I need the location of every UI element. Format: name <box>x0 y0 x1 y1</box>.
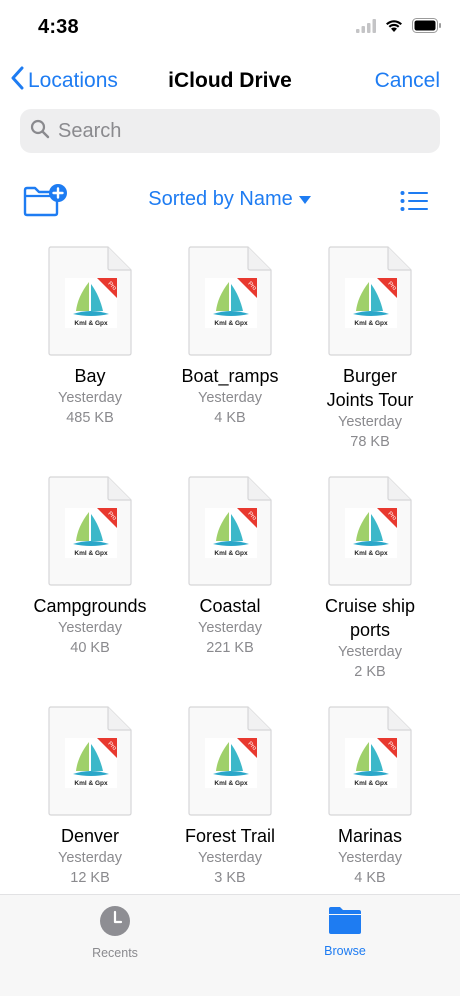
file-item[interactable]: Pro Kml & Gpx Bay Yesterday 485 KB <box>15 246 165 428</box>
svg-text:Kml & Gpx: Kml & Gpx <box>354 780 388 787</box>
list-icon <box>400 191 428 216</box>
file-size: 12 KB <box>70 870 110 886</box>
svg-text:Kml & Gpx: Kml & Gpx <box>354 550 388 557</box>
kml-gpx-logo: Pro Kml & Gpx <box>345 738 398 788</box>
svg-text:Kml & Gpx: Kml & Gpx <box>74 780 108 787</box>
toolbar: Sorted by Name <box>0 180 460 224</box>
clock-icon <box>99 906 131 941</box>
back-button-label: Locations <box>28 69 118 92</box>
search-icon <box>30 119 50 144</box>
file-name: Bay <box>74 366 106 386</box>
file-item[interactable]: Pro Kml & Gpx Boat_ramps Yesterday 4 KB <box>155 246 305 428</box>
kml-gpx-logo: Pro Kml & Gpx <box>345 278 398 328</box>
file-item[interactable]: Pro Kml & Gpx Coastal Yesterday 221 KB <box>155 476 305 658</box>
kml-gpx-logo: Pro Kml & Gpx <box>65 738 118 788</box>
file-item[interactable]: Pro Kml & Gpx Cruise ship ports Yesterday… <box>295 476 445 682</box>
file-date: Yesterday <box>58 620 122 636</box>
file-size: 485 KB <box>66 410 114 426</box>
file-thumbnail: Pro Kml & Gpx <box>328 246 412 356</box>
folder-icon <box>328 907 362 939</box>
battery-icon <box>412 18 442 38</box>
file-thumbnail: Pro Kml & Gpx <box>188 706 272 816</box>
kml-gpx-logo: Pro Kml & Gpx <box>205 738 258 788</box>
file-thumbnail: Pro Kml & Gpx <box>188 476 272 586</box>
file-thumbnail: Pro Kml & Gpx <box>328 706 412 816</box>
file-item[interactable]: Pro Kml & Gpx Forest Trail Yesterday 3 KB <box>155 706 305 888</box>
file-date: Yesterday <box>198 850 262 866</box>
tab-browse[interactable]: Browse <box>285 905 405 958</box>
tab-recents-label: Recents <box>92 946 138 960</box>
tab-recents[interactable]: Recents <box>55 905 175 960</box>
file-name: Denver <box>60 826 120 846</box>
svg-text:Kml & Gpx: Kml & Gpx <box>214 320 248 327</box>
chevron-left-icon <box>10 66 28 96</box>
tab-bar: Recents Browse <box>0 894 460 996</box>
svg-text:Kml & Gpx: Kml & Gpx <box>214 550 248 557</box>
cellular-signal-icon <box>356 18 376 38</box>
status-bar: 4:38 <box>0 0 460 56</box>
file-date: Yesterday <box>198 390 262 406</box>
file-name: Marinas <box>337 826 403 846</box>
tab-browse-label: Browse <box>324 944 366 958</box>
file-item[interactable]: Pro Kml & Gpx Burger Joints Tour Yesterda… <box>295 246 445 452</box>
file-thumbnail: Pro Kml & Gpx <box>188 246 272 356</box>
kml-gpx-logo: Pro Kml & Gpx <box>345 508 398 558</box>
file-date: Yesterday <box>338 850 402 866</box>
caret-down-icon <box>298 188 312 211</box>
file-thumbnail: Pro Kml & Gpx <box>48 476 132 586</box>
wifi-icon <box>384 18 404 38</box>
svg-text:Kml & Gpx: Kml & Gpx <box>74 320 108 327</box>
file-name: Coastal <box>199 596 261 616</box>
status-time: 4:38 <box>38 16 79 38</box>
file-date: Yesterday <box>58 850 122 866</box>
file-name: Burger Joints Tour <box>326 366 414 410</box>
file-item[interactable]: Pro Kml & Gpx Marinas Yesterday 4 KB <box>295 706 445 888</box>
sort-button-label: Sorted by Name <box>148 188 293 210</box>
file-thumbnail: Pro Kml & Gpx <box>48 246 132 356</box>
file-date: Yesterday <box>198 620 262 636</box>
file-size: 78 KB <box>350 434 390 450</box>
navigation-bar: Locations iCloud Drive Cancel <box>0 56 460 106</box>
folder-plus-icon <box>22 184 68 222</box>
file-size: 4 KB <box>354 870 386 886</box>
file-thumbnail: Pro Kml & Gpx <box>328 476 412 586</box>
file-item[interactable]: Pro Kml & Gpx Campgrounds Yesterday 40 KB <box>15 476 165 658</box>
kml-gpx-logo: Pro Kml & Gpx <box>205 508 258 558</box>
file-size: 3 KB <box>214 870 246 886</box>
file-date: Yesterday <box>338 414 402 430</box>
file-size: 2 KB <box>354 664 386 680</box>
file-thumbnail: Pro Kml & Gpx <box>48 706 132 816</box>
cancel-button[interactable]: Cancel <box>375 69 440 93</box>
file-name: Boat_ramps <box>181 366 279 386</box>
svg-text:Kml & Gpx: Kml & Gpx <box>74 550 108 557</box>
file-name: Forest Trail <box>184 826 276 846</box>
list-view-button[interactable] <box>400 190 428 217</box>
kml-gpx-logo: Pro Kml & Gpx <box>205 278 258 328</box>
back-button[interactable]: Locations <box>10 66 118 96</box>
file-date: Yesterday <box>338 644 402 660</box>
search-bar <box>20 109 440 153</box>
file-size: 221 KB <box>206 640 254 656</box>
kml-gpx-logo: Pro Kml & Gpx <box>65 278 118 328</box>
new-folder-button[interactable] <box>22 182 68 223</box>
sort-control: Sorted by Name <box>0 188 460 211</box>
file-size: 40 KB <box>70 640 110 656</box>
file-name: Cruise ship ports <box>324 596 416 640</box>
file-size: 4 KB <box>214 410 246 426</box>
file-name: Campgrounds <box>33 596 147 616</box>
kml-gpx-logo: Pro Kml & Gpx <box>65 508 118 558</box>
search-input[interactable] <box>58 119 418 143</box>
file-date: Yesterday <box>58 390 122 406</box>
file-item[interactable]: Pro Kml & Gpx Denver Yesterday 12 KB <box>15 706 165 888</box>
svg-text:Kml & Gpx: Kml & Gpx <box>354 320 388 327</box>
sort-button[interactable]: Sorted by Name <box>148 188 312 210</box>
status-icons <box>356 18 442 38</box>
svg-text:Kml & Gpx: Kml & Gpx <box>214 780 248 787</box>
